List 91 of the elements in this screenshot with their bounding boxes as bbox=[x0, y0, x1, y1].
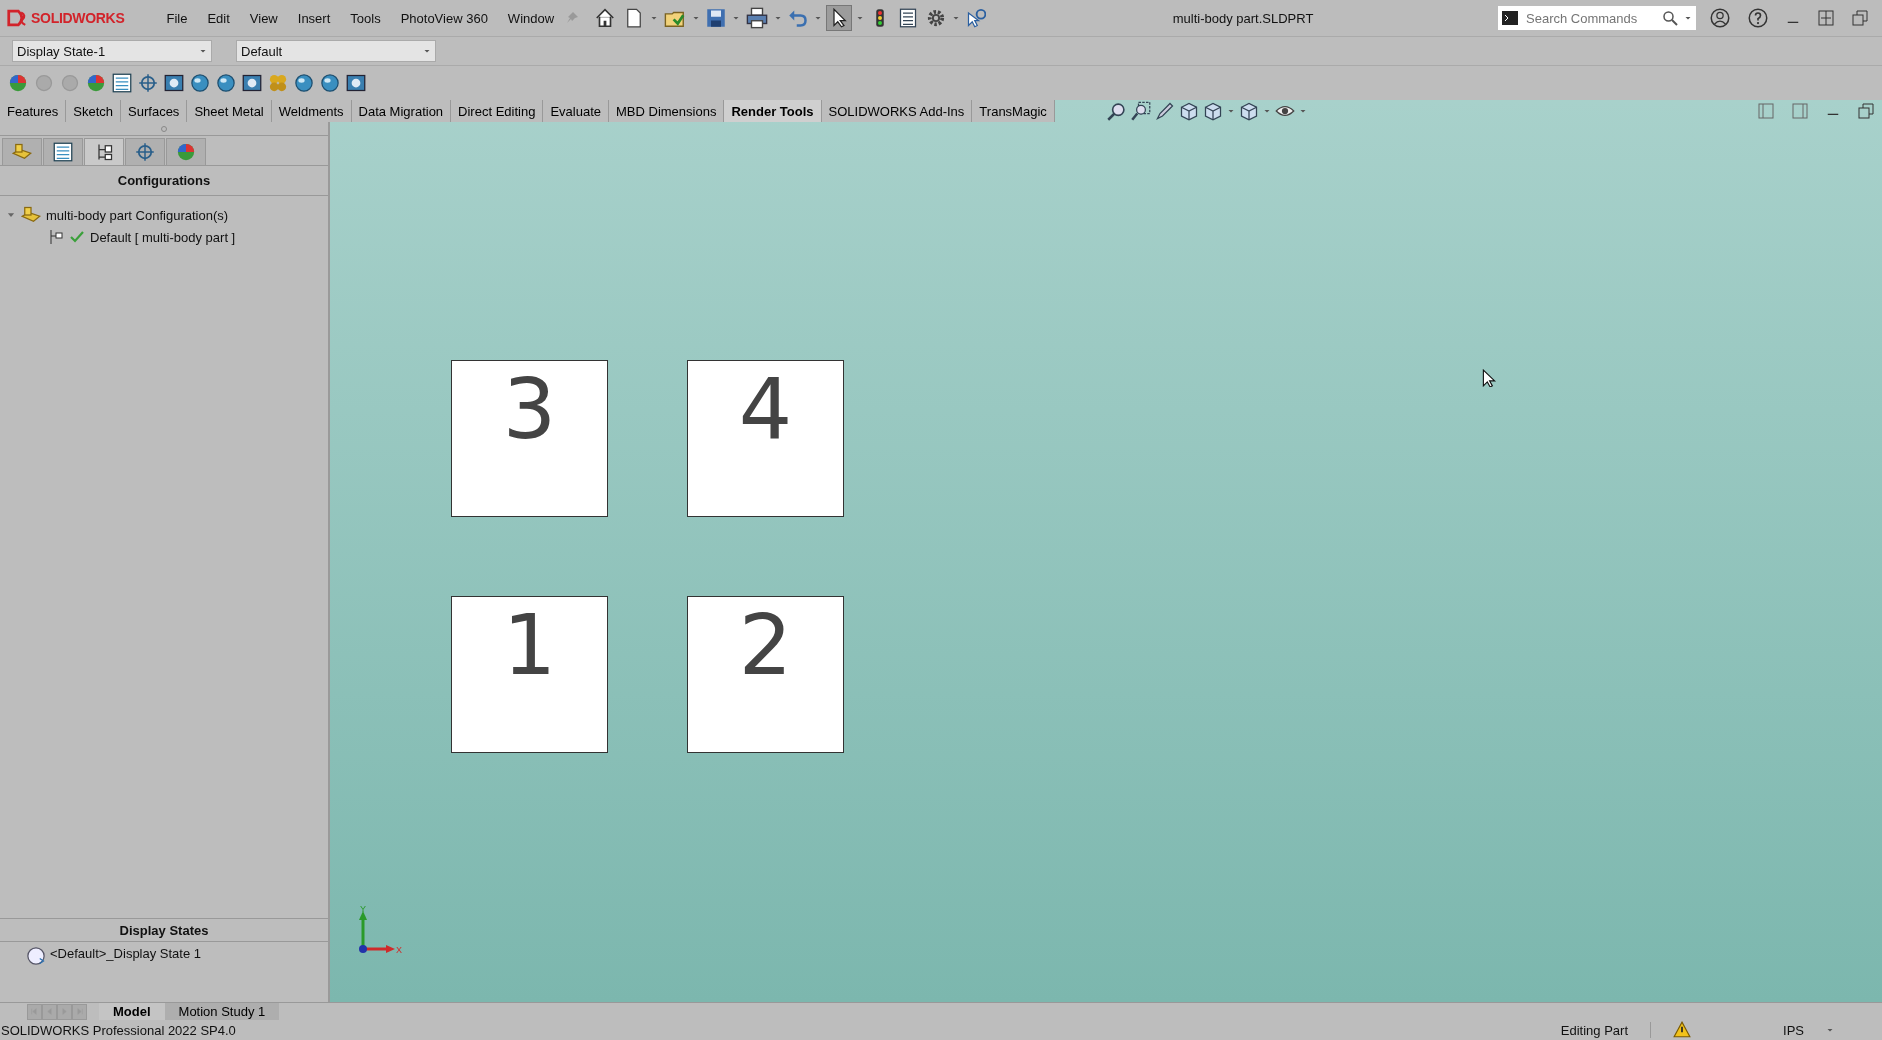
search-input[interactable]: Search Commands bbox=[1524, 9, 1656, 27]
blocks-icon bbox=[21, 205, 41, 225]
body-tile: 3 bbox=[451, 360, 608, 517]
caret-icon[interactable] bbox=[856, 14, 865, 22]
menu-item[interactable]: Window bbox=[497, 10, 565, 26]
display-state-item[interactable]: <Default>_Display State 1 bbox=[50, 946, 202, 961]
magnifier-icon[interactable] bbox=[1106, 101, 1127, 121]
app-logo: SOLIDWORKS bbox=[31, 10, 125, 26]
study-tab[interactable]: Model bbox=[99, 1003, 165, 1020]
panel-title: Configurations bbox=[0, 166, 328, 196]
zoom-box-icon[interactable] bbox=[1130, 101, 1151, 121]
caret-icon bbox=[199, 47, 207, 55]
body-tile: 1 bbox=[451, 596, 608, 753]
tree-label: Default [ multi-body part ] bbox=[90, 229, 236, 245]
display-state-icon bbox=[26, 946, 46, 966]
menu-item[interactable]: View bbox=[239, 10, 288, 26]
caret-icon[interactable] bbox=[814, 14, 823, 22]
panel-tab[interactable] bbox=[84, 138, 124, 165]
search-icon bbox=[1662, 10, 1678, 26]
tree-label: multi-body part Configuration(s) bbox=[46, 207, 229, 223]
crosshair-icon[interactable] bbox=[138, 73, 158, 93]
search-field[interactable]: Search Commands bbox=[1498, 6, 1696, 30]
panel-left-icon[interactable] bbox=[1758, 103, 1774, 119]
dropdown[interactable]: Display State-1 bbox=[12, 40, 212, 62]
document-title: multi-body part.SLDPRT bbox=[1171, 10, 1315, 26]
mouse-pointer-icon bbox=[1480, 369, 1498, 387]
menu-item[interactable]: Edit bbox=[197, 10, 240, 26]
caret-icon[interactable] bbox=[732, 14, 741, 22]
cube-icon[interactable] bbox=[1178, 101, 1199, 121]
units-label[interactable]: IPS bbox=[1783, 1022, 1804, 1038]
restore-icon[interactable] bbox=[1852, 10, 1868, 26]
dropdown[interactable]: Default bbox=[236, 40, 436, 62]
settings-icon[interactable] bbox=[926, 8, 947, 28]
caret-icon[interactable] bbox=[1226, 107, 1235, 115]
panel-tab[interactable] bbox=[43, 138, 83, 165]
printer-icon[interactable] bbox=[746, 7, 769, 29]
sphere-icon[interactable] bbox=[320, 73, 340, 93]
undo-arrow-icon[interactable] bbox=[788, 8, 809, 28]
user-icon[interactable] bbox=[1710, 8, 1730, 28]
warning-icon[interactable] bbox=[1673, 1021, 1692, 1039]
blocks-icon bbox=[12, 142, 32, 162]
terminal-icon bbox=[1502, 10, 1518, 26]
axis-label: Y bbox=[360, 906, 366, 914]
caret-icon bbox=[423, 47, 431, 55]
caret-icon[interactable] bbox=[1298, 107, 1307, 115]
product-version: SOLIDWORKS Professional 2022 SP4.0 bbox=[1, 1022, 236, 1038]
caret-icon[interactable] bbox=[952, 14, 961, 22]
house-icon[interactable] bbox=[594, 7, 617, 29]
axis-label: X bbox=[396, 945, 402, 955]
caret-icon[interactable] bbox=[1826, 1026, 1834, 1034]
tile-icon[interactable] bbox=[1818, 10, 1834, 26]
pointer-question-icon[interactable] bbox=[966, 8, 987, 28]
ds-logo-icon bbox=[6, 7, 28, 29]
body-tile: 4 bbox=[687, 360, 844, 517]
menu-item[interactable]: Tools bbox=[340, 10, 391, 26]
caret-icon[interactable] bbox=[1262, 107, 1271, 115]
axis-triad-drawing bbox=[359, 911, 395, 953]
panel-right-icon[interactable] bbox=[1792, 103, 1808, 119]
color-sphere-icon bbox=[176, 142, 196, 162]
cube-icon[interactable] bbox=[1202, 101, 1223, 121]
tree-item[interactable]: Default [ multi-body part ] bbox=[6, 226, 328, 248]
caret-icon[interactable] bbox=[1684, 14, 1692, 22]
color-sphere-icon[interactable] bbox=[8, 73, 28, 93]
body-tile: 2 bbox=[687, 596, 844, 753]
dropdown-value: Default bbox=[241, 43, 283, 59]
study-tab[interactable]: Motion Study 1 bbox=[164, 1003, 280, 1020]
cube-icon[interactable] bbox=[1238, 101, 1259, 121]
sphere-icon[interactable] bbox=[190, 73, 210, 93]
tree-item[interactable]: multi-body part Configuration(s) bbox=[6, 204, 328, 226]
menu-item[interactable]: PhotoView 360 bbox=[390, 10, 498, 26]
property-list-icon bbox=[53, 142, 73, 162]
menu-item[interactable]: File bbox=[156, 10, 198, 26]
restore-icon[interactable] bbox=[1858, 103, 1874, 119]
pencil-icon[interactable] bbox=[1154, 101, 1175, 121]
dropdown-value: Display State-1 bbox=[17, 43, 106, 59]
select-tool-button[interactable] bbox=[826, 5, 853, 31]
sphere-icon[interactable] bbox=[216, 73, 236, 93]
branch-icon bbox=[48, 229, 64, 245]
section-title: Display States bbox=[0, 918, 328, 942]
caret-icon[interactable] bbox=[774, 14, 783, 22]
command-tab[interactable]: Render Tools bbox=[724, 100, 822, 122]
caret-icon[interactable] bbox=[650, 14, 659, 22]
crosshair-icon bbox=[135, 142, 155, 162]
caret-icon[interactable] bbox=[692, 14, 701, 22]
sphere-icon[interactable] bbox=[294, 73, 314, 93]
menu-item[interactable]: Insert bbox=[287, 10, 341, 26]
editing-mode: Editing Part bbox=[1560, 1022, 1629, 1038]
color-sphere-icon[interactable] bbox=[86, 73, 106, 93]
property-list-icon[interactable] bbox=[112, 73, 132, 93]
help-icon[interactable] bbox=[1748, 8, 1768, 28]
list-icon[interactable] bbox=[898, 8, 919, 28]
